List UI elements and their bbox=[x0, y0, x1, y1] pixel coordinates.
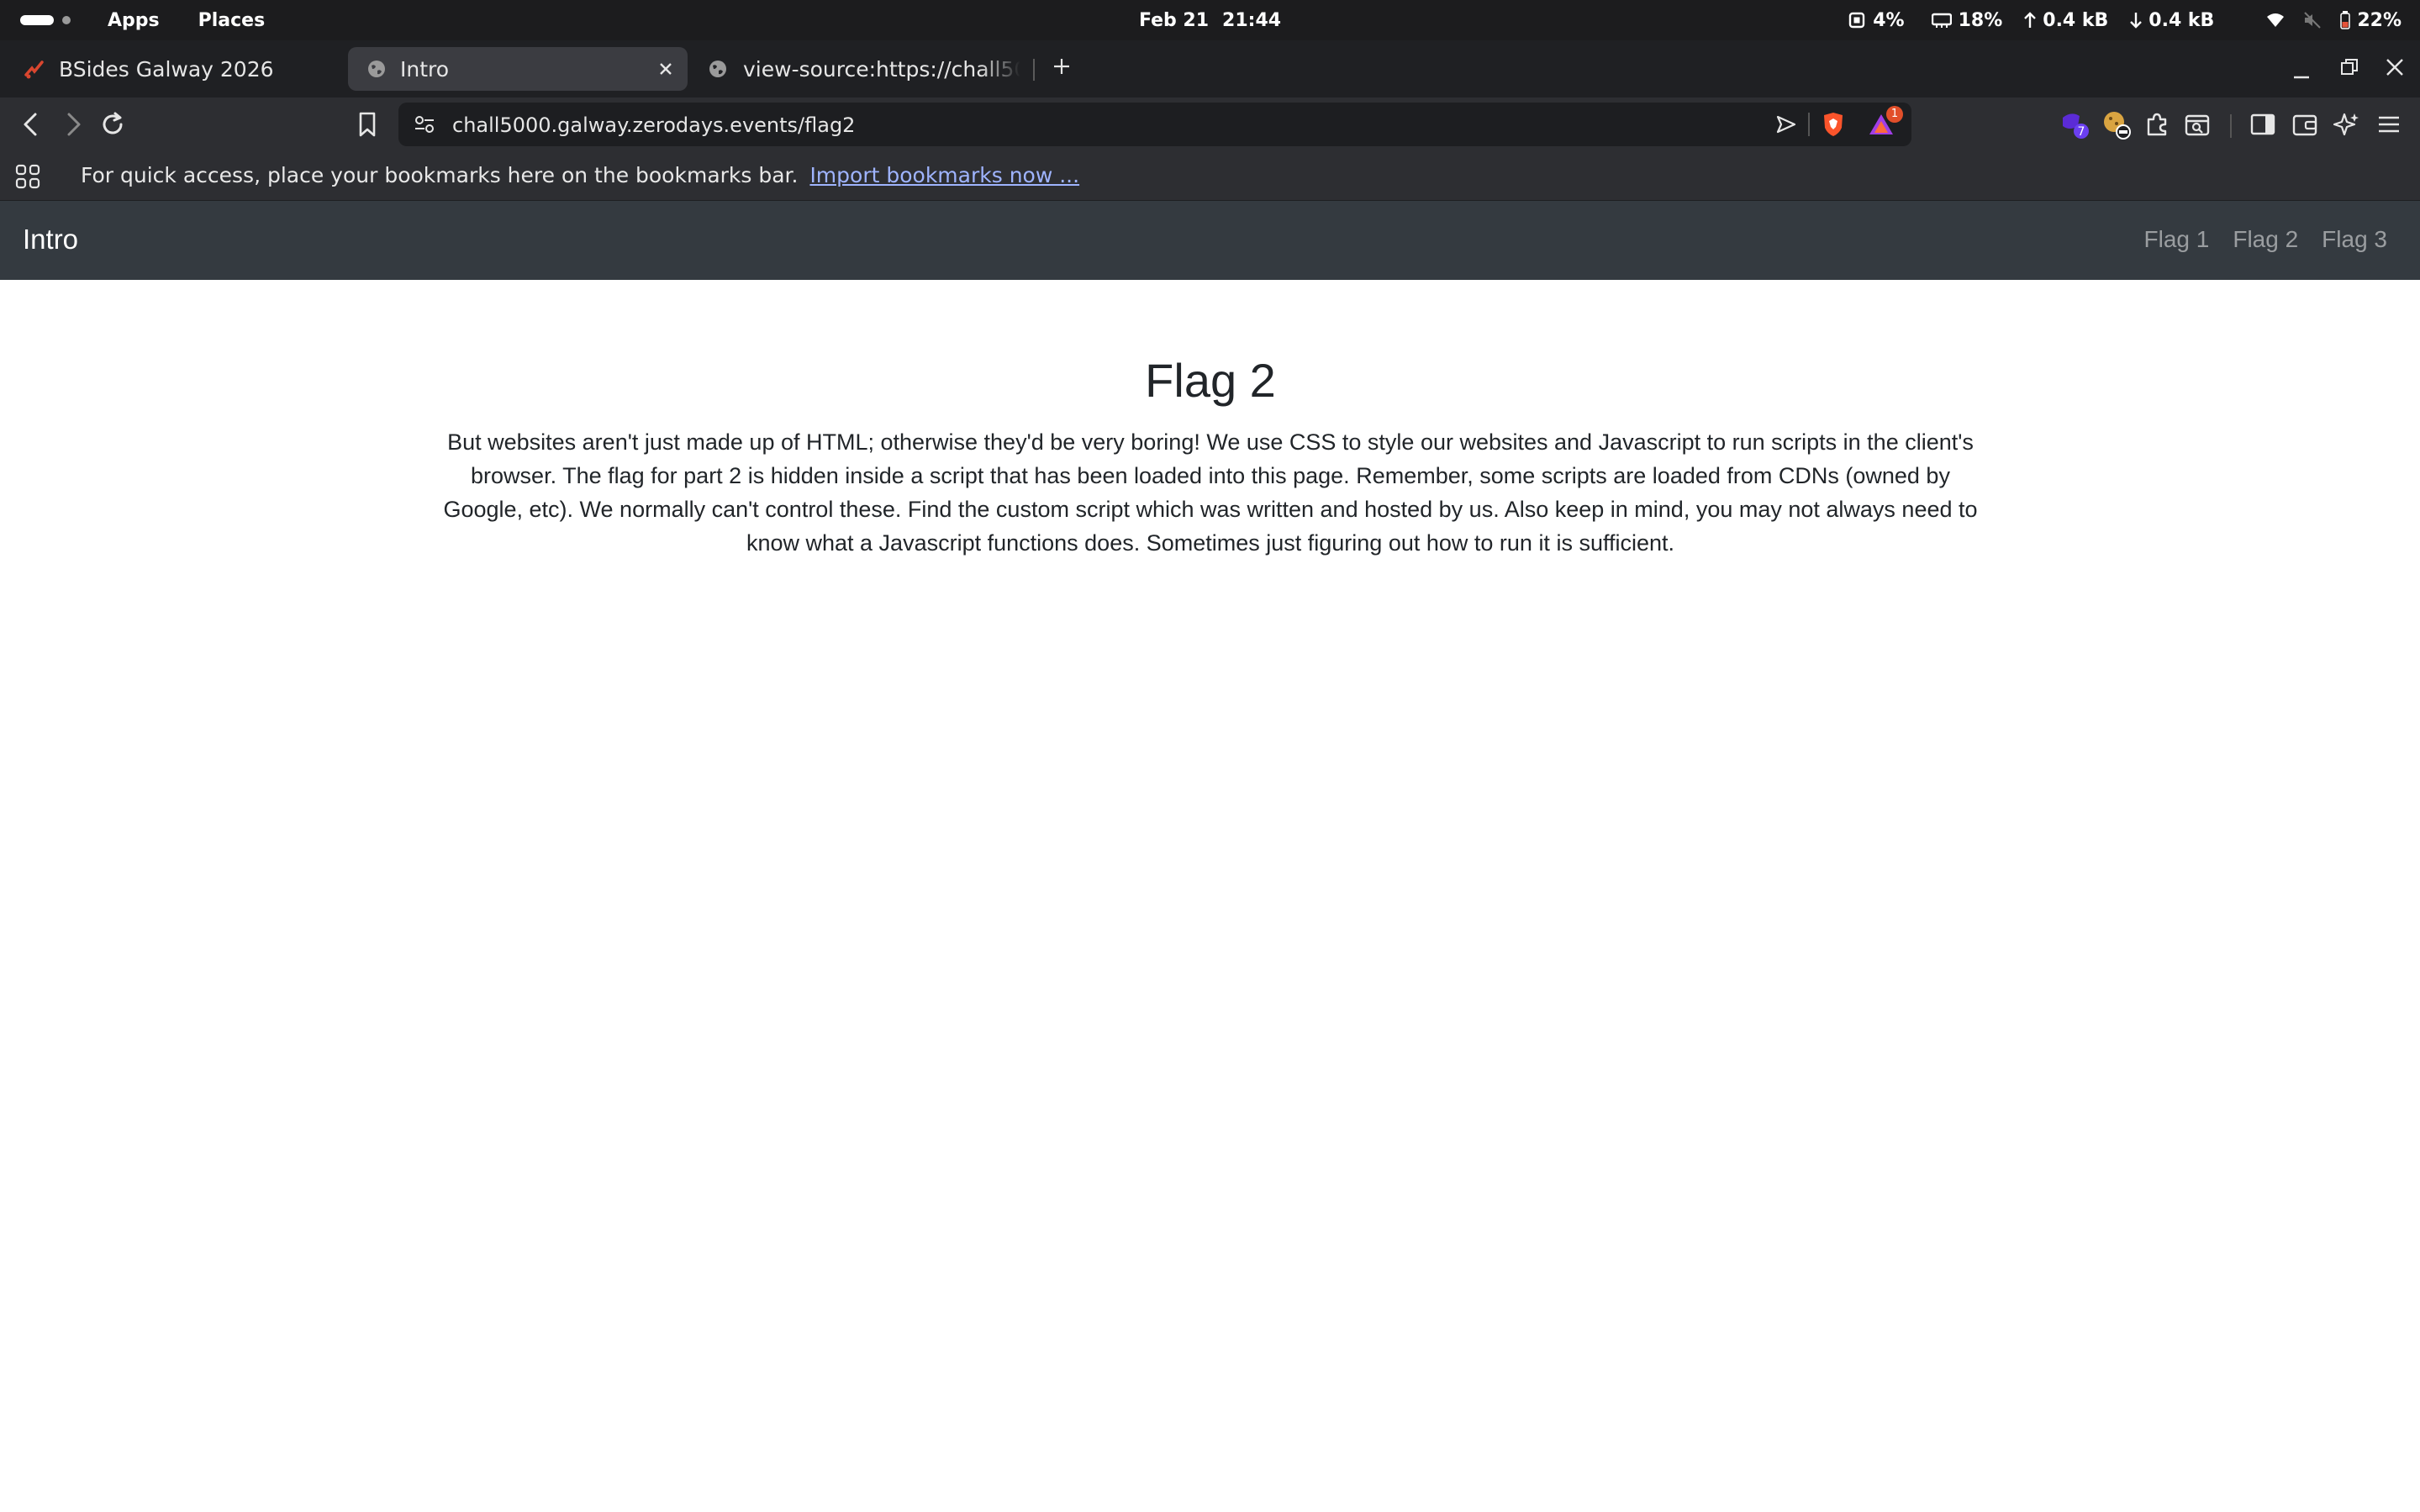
system-top-bar: Apps Places Feb 21 21:44 4% 18% 0.4 kB 0… bbox=[0, 0, 2420, 40]
tab-title: Intro bbox=[400, 56, 450, 82]
urlbar-divider bbox=[1808, 113, 1810, 136]
cpu-indicator[interactable]: 4% bbox=[1848, 9, 1905, 31]
share-send-icon[interactable] bbox=[1775, 114, 1797, 134]
menu-hamburger-icon[interactable] bbox=[2375, 111, 2402, 138]
download-value: 0.4 kB bbox=[2148, 9, 2215, 31]
upload-indicator[interactable]: 0.4 kB bbox=[2024, 10, 2108, 31]
volume-muted-icon[interactable] bbox=[2303, 12, 2322, 29]
page-body-text: But websites aren't just made up of HTML… bbox=[443, 429, 1978, 556]
tab-separator bbox=[1033, 59, 1035, 81]
import-bookmarks-link[interactable]: Import bookmarks now ... bbox=[809, 163, 1079, 187]
site-navbar: Intro Flag 1 Flag 2 Flag 3 bbox=[0, 201, 2420, 280]
download-indicator[interactable]: 0.4 kB bbox=[2130, 10, 2214, 31]
tab-close-icon[interactable] bbox=[656, 59, 676, 79]
extensions-puzzle-icon[interactable] bbox=[2143, 111, 2170, 138]
cookie-extension-icon[interactable] bbox=[2101, 109, 2132, 140]
battery-low-icon bbox=[2340, 11, 2351, 29]
new-tab-plus-icon[interactable] bbox=[1051, 55, 1073, 77]
back-arrow-icon[interactable] bbox=[18, 111, 44, 138]
places-menu[interactable]: Places bbox=[198, 10, 266, 31]
clock-date[interactable]: Feb 21 bbox=[1139, 10, 1209, 31]
restore-icon[interactable] bbox=[2339, 57, 2359, 77]
site-settings-icon[interactable] bbox=[414, 114, 435, 134]
battery-value: 22% bbox=[2357, 9, 2402, 31]
active-workspace-pill bbox=[20, 15, 54, 25]
page-heading: Flag 2 bbox=[1145, 354, 1276, 407]
workspace-indicator[interactable] bbox=[20, 15, 71, 25]
tab-strip: BSides Galway 2026 Intro view-source:htt… bbox=[0, 40, 2420, 97]
globe-icon bbox=[366, 59, 387, 79]
tab-title: BSides Galway 2026 bbox=[59, 56, 274, 82]
toolbar-divider bbox=[2230, 114, 2232, 138]
bookmark-icon[interactable] bbox=[356, 111, 378, 138]
forward-arrow-icon[interactable] bbox=[61, 111, 86, 138]
nav-link-flag1[interactable]: Flag 1 bbox=[2144, 226, 2210, 253]
bsides-favicon bbox=[24, 58, 45, 80]
bookmarks-hint: For quick access, place your bookmarks h… bbox=[81, 163, 1079, 187]
minimize-icon[interactable] bbox=[2292, 69, 2311, 81]
memory-value: 18% bbox=[1958, 9, 2003, 31]
arrow-up-icon bbox=[2024, 12, 2037, 29]
arrow-down-icon bbox=[2130, 12, 2143, 29]
tab-title: view-source:https://chall5000 bbox=[743, 56, 1020, 82]
rewards-badge: 1 bbox=[1886, 106, 1903, 123]
tab-intro-active[interactable]: Intro bbox=[348, 47, 688, 91]
bookmarks-hint-text: For quick access, place your bookmarks h… bbox=[81, 163, 799, 187]
site-brand-link[interactable]: Intro bbox=[23, 224, 78, 256]
clock-time[interactable]: 21:44 bbox=[1222, 10, 1281, 31]
nav-link-flag3[interactable]: Flag 3 bbox=[2322, 226, 2387, 253]
inactive-workspace-dot bbox=[62, 16, 71, 24]
wifi-icon[interactable] bbox=[2266, 13, 2285, 28]
memory-indicator[interactable]: 18% bbox=[1931, 9, 2003, 31]
main-content: Flag 2 But websites aren't just made up … bbox=[437, 352, 1984, 560]
extension-puzzle-purple-icon[interactable]: 7 bbox=[2059, 109, 2090, 140]
leo-ai-sparkle-icon[interactable] bbox=[2333, 111, 2360, 138]
tab-bsides[interactable]: BSides Galway 2026 bbox=[15, 47, 343, 91]
address-bar[interactable]: chall5000.galway.zerodays.events/flag2 1 bbox=[398, 103, 1911, 146]
upload-value: 0.4 kB bbox=[2043, 9, 2109, 31]
cpu-value: 4% bbox=[1873, 9, 1905, 31]
web-page: Intro Flag 1 Flag 2 Flag 3 Flag 2 But we… bbox=[0, 201, 2420, 1512]
screenshot-search-icon[interactable] bbox=[2184, 111, 2211, 138]
extension-badge-text: 7 bbox=[2078, 125, 2085, 139]
nav-link-flag2[interactable]: Flag 2 bbox=[2233, 226, 2298, 253]
memory-icon bbox=[1931, 12, 1952, 29]
globe-icon bbox=[708, 59, 728, 79]
sidebar-toggle-icon[interactable] bbox=[2249, 111, 2276, 138]
bookmarks-bar: For quick access, place your bookmarks h… bbox=[0, 153, 2420, 201]
cpu-icon bbox=[1848, 11, 1866, 29]
url-text[interactable]: chall5000.galway.zerodays.events/flag2 bbox=[452, 113, 855, 137]
brave-shields-icon[interactable] bbox=[1821, 111, 1846, 138]
apps-grid-icon[interactable] bbox=[15, 164, 40, 189]
reload-icon[interactable] bbox=[99, 111, 126, 138]
battery-indicator[interactable]: 22% bbox=[2340, 10, 2402, 31]
apps-menu[interactable]: Apps bbox=[108, 10, 160, 31]
browser-toolbar: chall5000.galway.zerodays.events/flag2 1… bbox=[0, 97, 2420, 153]
site-nav-links: Flag 1 Flag 2 Flag 3 bbox=[2144, 226, 2387, 253]
wallet-icon[interactable] bbox=[2291, 111, 2318, 138]
tab-view-source[interactable]: view-source:https://chall5000 bbox=[708, 47, 1032, 91]
close-window-icon[interactable] bbox=[2385, 57, 2405, 77]
